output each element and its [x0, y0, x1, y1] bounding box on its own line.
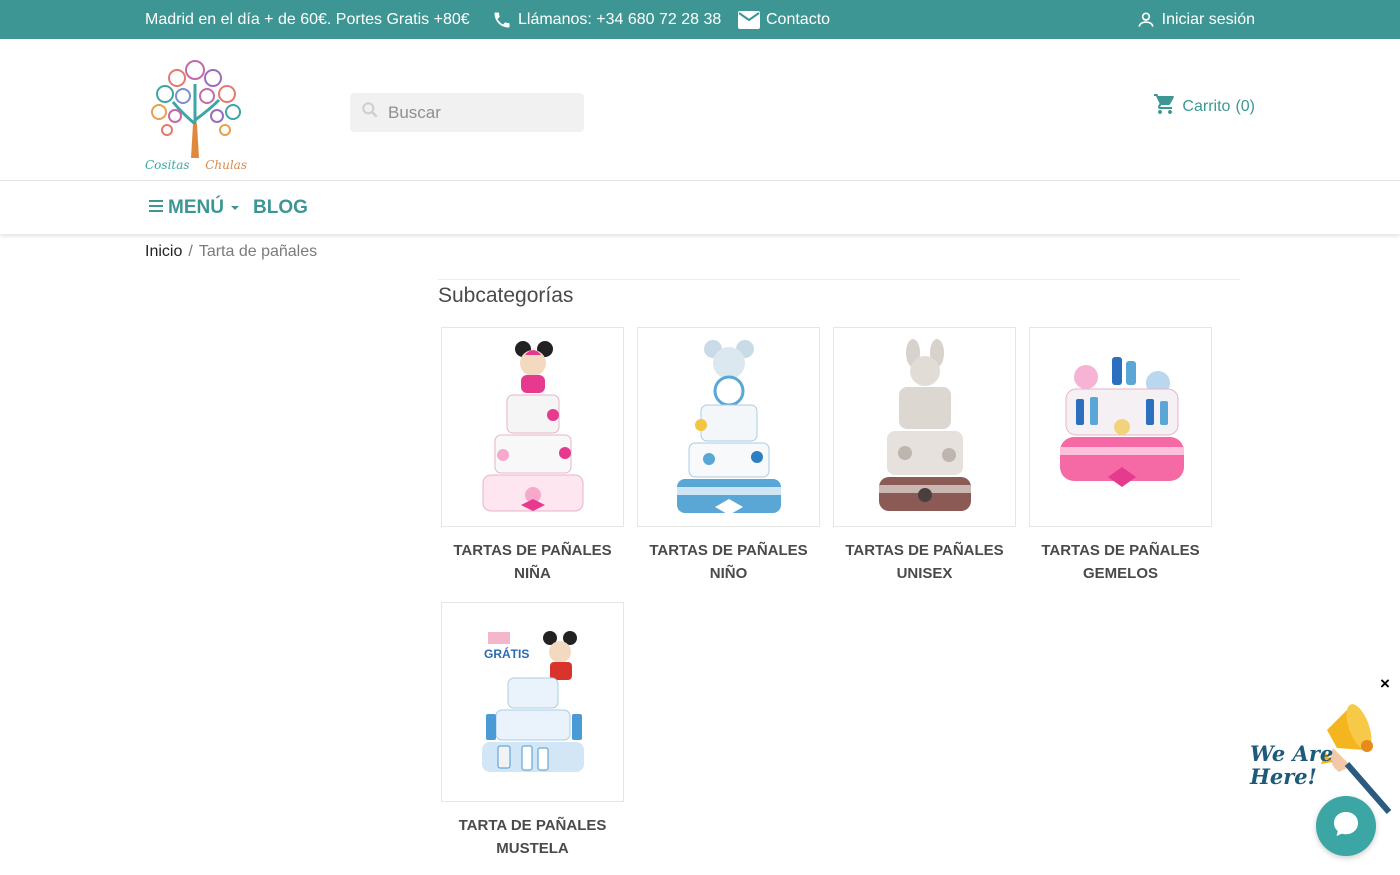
- subcategory-name-line1: TARTAS DE PAÑALES: [1041, 542, 1200, 559]
- subcategory-name-line2: NIÑO: [709, 565, 748, 582]
- breadcrumb-current: Tarta de pañales: [198, 243, 318, 260]
- subcategory-card: TARTAS DE PAÑALES UNISEX: [833, 327, 1016, 585]
- we-are-here-line2: Here!: [1250, 764, 1317, 789]
- chat-close-button[interactable]: ×: [1380, 674, 1390, 694]
- breadcrumb-separator: /: [188, 243, 193, 260]
- diaper-cake-twins-image: [1059, 357, 1184, 487]
- cart-label: Carrito: [1182, 97, 1231, 115]
- subcategory-name-line1: TARTAS DE PAÑALES: [453, 542, 612, 559]
- search-icon[interactable]: [360, 100, 380, 125]
- main-nav: MENÚ BLOG: [0, 181, 1400, 234]
- subcategories-title: Subcategorías: [438, 284, 574, 307]
- site-logo[interactable]: Cositas Chulas: [145, 54, 247, 172]
- phone-text: Llámanos: +34 680 72 28 38: [518, 10, 722, 28]
- cart-count: (0): [1235, 97, 1255, 115]
- subcategory-card: GRÁTIS TARTA DE PAÑALES MUSTELA: [441, 602, 624, 860]
- tree-logo-icon: [151, 60, 241, 158]
- shipping-promo: Madrid en el día + de 60€. Portes Gratis…: [145, 0, 470, 39]
- we-are-here-line1: We Are: [1250, 741, 1334, 766]
- subcategory-name-line2: MUSTELA: [496, 840, 569, 857]
- shopping-cart-icon: [1153, 92, 1177, 121]
- subcategory-name-line1: TARTAS DE PAÑALES: [649, 542, 808, 559]
- contact-link[interactable]: Contacto: [738, 0, 830, 39]
- search-input[interactable]: [388, 102, 568, 123]
- subcategory-name[interactable]: TARTA DE PAÑALES MUSTELA: [441, 814, 624, 860]
- logo-word-2: Chulas: [205, 158, 247, 172]
- subcategory-image[interactable]: [637, 327, 820, 527]
- search-box: [350, 93, 584, 132]
- subcategory-image[interactable]: [833, 327, 1016, 527]
- phone-icon: [492, 10, 512, 30]
- diaper-cake-blue-image: [676, 339, 781, 515]
- subcategory-name[interactable]: TARTAS DE PAÑALES GEMELOS: [1029, 539, 1212, 585]
- contact-text: Contacto: [766, 10, 831, 28]
- logo-wordmark: Cositas Chulas: [145, 158, 247, 172]
- subcategory-name-line1: TARTA DE PAÑALES: [458, 817, 607, 834]
- subcategory-name[interactable]: TARTAS DE PAÑALES NIÑO: [637, 539, 820, 585]
- subcategory-card: TARTAS DE PAÑALES NIÑO: [637, 327, 820, 585]
- subcategory-name[interactable]: TARTAS DE PAÑALES UNISEX: [833, 539, 1016, 585]
- phone-contact[interactable]: Llámanos: +34 680 72 28 38: [492, 0, 721, 39]
- svg-text:GRÁTIS: GRÁTIS: [484, 646, 529, 661]
- subcategory-card: TARTAS DE PAÑALES GEMELOS: [1029, 327, 1212, 585]
- subcategory-name-line2: NIÑA: [514, 565, 551, 582]
- cart-link[interactable]: Carrito (0): [1153, 92, 1255, 121]
- subcategory-name-line2: UNISEX: [896, 565, 953, 582]
- breadcrumb-home[interactable]: Inicio: [145, 243, 182, 261]
- login-link[interactable]: Iniciar sesión: [1136, 0, 1255, 39]
- nav-blog-link[interactable]: BLOG: [253, 181, 308, 234]
- we-are-here-text: We Are Here!: [1250, 742, 1333, 788]
- subcategory-name[interactable]: TARTAS DE PAÑALES NIÑA: [441, 539, 624, 585]
- login-text: Iniciar sesión: [1161, 10, 1255, 28]
- subcategory-image[interactable]: GRÁTIS: [441, 602, 624, 802]
- shipping-promo-text: Madrid en el día + de 60€. Portes Gratis…: [145, 10, 470, 28]
- diaper-cake-mustela-image: GRÁTIS: [481, 631, 584, 772]
- user-icon: [1136, 10, 1156, 30]
- subcategory-image[interactable]: [1029, 327, 1212, 527]
- breadcrumb: Inicio / Tarta de pañales: [145, 243, 317, 261]
- logo-word-1: Cositas: [145, 158, 190, 172]
- chat-bubble-icon: [1331, 809, 1361, 844]
- section-divider: [438, 279, 1240, 280]
- subcategory-name-line2: GEMELOS: [1082, 565, 1158, 582]
- chat-open-button[interactable]: [1316, 796, 1376, 856]
- top-bar: Madrid en el día + de 60€. Portes Gratis…: [0, 0, 1400, 39]
- site-header: Cositas Chulas Carrito (0): [0, 39, 1400, 181]
- subcategory-image[interactable]: [441, 327, 624, 527]
- menu-dropdown[interactable]: MENÚ: [148, 181, 242, 234]
- caret-down-icon: [228, 197, 242, 219]
- diaper-cake-pink-image: [482, 340, 583, 511]
- menu-label: MENÚ: [168, 196, 224, 218]
- diaper-cake-grey-image: [878, 338, 971, 511]
- mail-icon: [738, 10, 760, 29]
- subcategory-name-line1: TARTAS DE PAÑALES: [845, 542, 1004, 559]
- subcategory-card: TARTAS DE PAÑALES NIÑA: [441, 327, 624, 585]
- hamburger-icon: [148, 197, 164, 219]
